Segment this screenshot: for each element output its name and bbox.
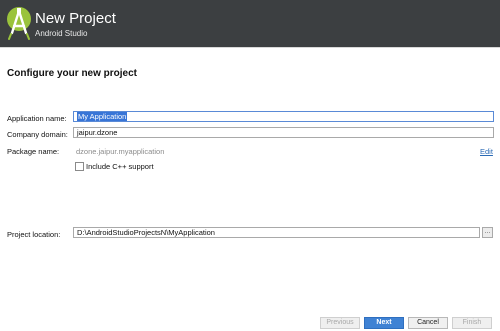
dialog-subtitle: Android Studio	[35, 29, 88, 38]
application-name-value: My Application	[77, 112, 128, 121]
next-button[interactable]: Next	[364, 317, 404, 329]
dialog-header: New Project Android Studio	[0, 0, 500, 47]
company-domain-input[interactable]: jaipur.dzone	[73, 127, 494, 138]
include-cpp-label[interactable]: Include C++ support	[86, 162, 154, 171]
page-heading: Configure your new project	[7, 68, 138, 79]
package-name-value: dzone.jaipur.myapplication	[76, 147, 165, 156]
project-location-input[interactable]: D:\AndroidStudioProjectsN\MyApplication	[73, 227, 480, 238]
edit-package-link[interactable]: Edit	[480, 147, 493, 156]
application-name-input[interactable]: My Application	[73, 111, 494, 122]
include-cpp-checkbox[interactable]	[75, 162, 84, 171]
application-name-label: Application name:	[7, 114, 67, 123]
finish-button[interactable]: Finish	[452, 317, 492, 329]
package-name-label: Package name:	[7, 147, 60, 156]
browse-location-button[interactable]: ...	[482, 227, 493, 238]
dialog-title: New Project	[35, 10, 116, 27]
previous-button[interactable]: Previous	[320, 317, 360, 329]
cancel-button[interactable]: Cancel	[408, 317, 448, 329]
company-domain-label: Company domain:	[7, 130, 68, 139]
android-studio-logo-icon	[7, 7, 31, 40]
header-divider	[0, 47, 500, 48]
project-location-label: Project location:	[7, 230, 61, 239]
